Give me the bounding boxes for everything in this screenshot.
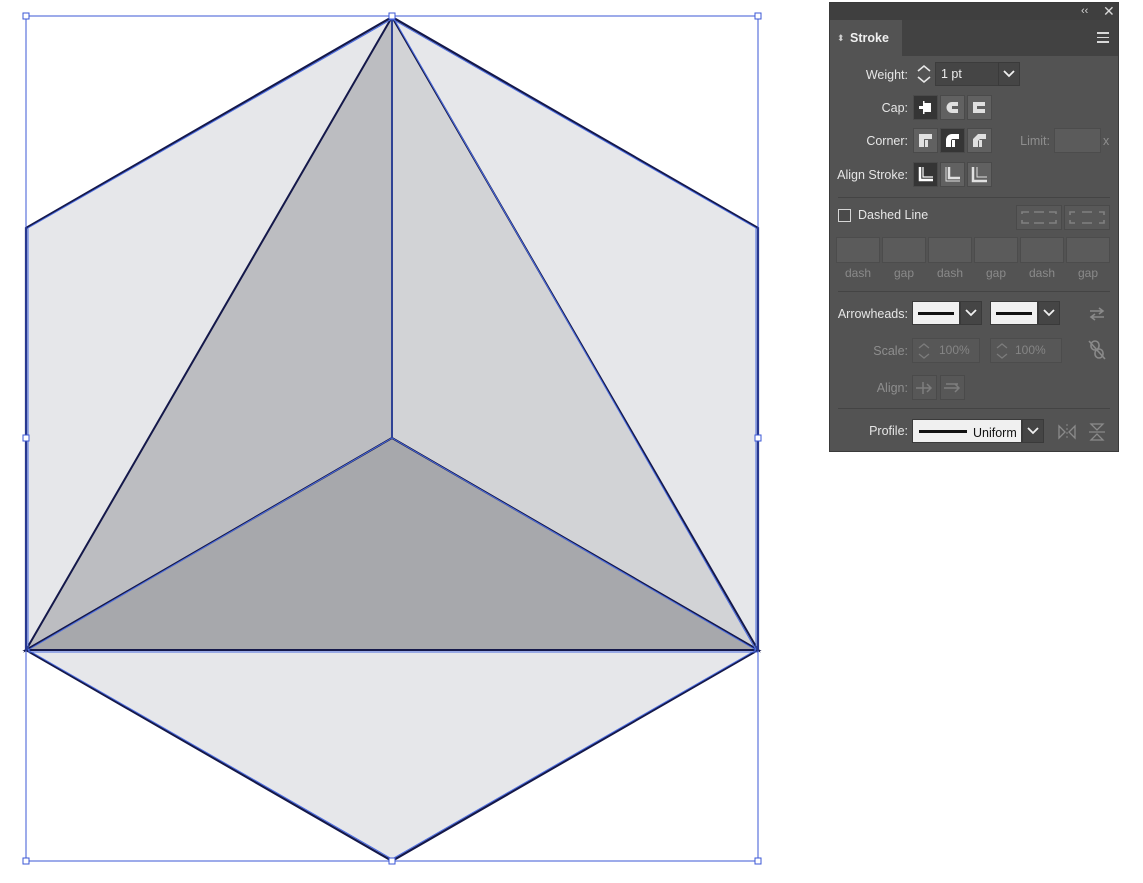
collapse-panel-icon[interactable]: ‹‹ [1081, 3, 1088, 20]
align-stroke-inside-icon [945, 167, 960, 182]
handle-bottom-center[interactable] [388, 857, 396, 865]
profile-label: Profile: [869, 424, 908, 438]
arrowheads-label: Arrowheads: [837, 307, 908, 321]
start-arrowhead-select[interactable] [912, 301, 960, 325]
link-scale-icon[interactable] [1085, 337, 1109, 363]
chevron-down-icon [1027, 427, 1039, 435]
dash-preserve-icon [1021, 211, 1057, 224]
tab-stroke[interactable]: ⬍ Stroke [830, 20, 902, 56]
swap-arrowheads-icon[interactable] [1086, 303, 1108, 325]
align-stroke-outside-button[interactable] [967, 162, 992, 187]
dash-1-input[interactable] [836, 237, 880, 263]
dashed-line-label: Dashed Line [858, 208, 929, 222]
miter-join-icon [919, 134, 932, 147]
gap-1-input[interactable] [882, 237, 926, 263]
chevron-down-icon [1003, 70, 1015, 78]
line-preview-icon [996, 312, 1032, 315]
bevel-join-button[interactable] [967, 128, 992, 153]
weight-dropdown-button[interactable] [998, 62, 1020, 86]
scale-label: Scale: [873, 344, 908, 358]
arrow-place-icon [944, 383, 961, 393]
handle-top-left[interactable] [22, 12, 30, 20]
weight-label: Weight: [865, 68, 908, 82]
limit-label: Limit: [1020, 134, 1050, 148]
handle-middle-left[interactable] [22, 434, 30, 442]
panel-menu-icon[interactable] [1097, 32, 1109, 43]
dash-3-label: dash [1028, 266, 1056, 280]
close-icon[interactable]: ✕ [1103, 3, 1115, 20]
align-stroke-outside-icon [971, 167, 987, 183]
chevron-down-icon [965, 309, 977, 317]
handle-bottom-right[interactable] [754, 857, 762, 865]
limit-suffix: x [1103, 134, 1110, 148]
butt-cap-icon [919, 101, 931, 114]
corner-label: Corner: [866, 134, 908, 148]
flip-along-icon[interactable] [1056, 421, 1078, 443]
round-cap-button[interactable] [940, 95, 965, 120]
handle-bottom-left[interactable] [22, 857, 30, 865]
tab-grip-icon: ⬍ [837, 33, 845, 43]
panel-titlebar[interactable]: ‹‹ ✕ [830, 3, 1118, 20]
gap-2-input[interactable] [974, 237, 1018, 263]
dash-2-input[interactable] [928, 237, 972, 263]
projecting-cap-button[interactable] [967, 95, 992, 120]
arrow-place-at-end-button[interactable] [940, 375, 965, 400]
dash-3-input[interactable] [1020, 237, 1064, 263]
round-cap-icon [946, 102, 958, 113]
dashed-line-checkbox[interactable] [838, 209, 851, 222]
end-arrowhead-dropdown[interactable] [1038, 301, 1060, 325]
dash-1-label: dash [844, 266, 872, 280]
end-arrowhead-select[interactable] [990, 301, 1038, 325]
profile-dropdown[interactable] [1022, 419, 1044, 443]
chevron-down-icon [1043, 309, 1055, 317]
stepper-icon [918, 343, 930, 359]
gap-3-label: gap [1077, 266, 1099, 280]
gap-1-label: gap [893, 266, 915, 280]
projecting-cap-icon [973, 102, 985, 113]
align-stroke-center-button[interactable] [913, 162, 938, 187]
stroke-panel: ‹‹ ✕ ⬍ Stroke Weight: 1 pt Cap: Corner: … [829, 2, 1119, 452]
round-join-button[interactable] [940, 128, 965, 153]
handle-top-center[interactable] [388, 12, 396, 20]
start-scale-input[interactable]: 100% [912, 338, 980, 363]
align-stroke-center-icon [918, 167, 933, 182]
end-scale-input[interactable]: 100% [990, 338, 1062, 363]
uniform-profile-icon [919, 430, 967, 433]
arrow-extend-past-end-button[interactable] [912, 375, 937, 400]
flip-across-icon[interactable] [1086, 421, 1108, 443]
artboard-canvas[interactable] [0, 0, 780, 883]
align-stroke-label: Align Stroke: [837, 168, 908, 182]
profile-select[interactable]: Uniform [912, 419, 1022, 443]
butt-cap-button[interactable] [913, 95, 938, 120]
dash-2-label: dash [936, 266, 964, 280]
align-label: Align: [876, 381, 908, 395]
bevel-join-icon [973, 134, 986, 147]
weight-stepper[interactable] [913, 62, 935, 86]
miter-join-button[interactable] [913, 128, 938, 153]
cap-label: Cap: [881, 101, 908, 115]
divider [838, 408, 1110, 409]
round-join-icon [946, 134, 959, 147]
handle-top-right[interactable] [754, 12, 762, 20]
divider [838, 197, 1110, 198]
align-stroke-inside-button[interactable] [940, 162, 965, 187]
start-arrowhead-dropdown[interactable] [960, 301, 982, 325]
arrow-extend-icon [916, 382, 933, 394]
line-preview-icon [918, 312, 954, 315]
gap-3-input[interactable] [1066, 237, 1110, 263]
gap-2-label: gap [985, 266, 1007, 280]
stepper-icon [996, 343, 1008, 359]
divider [838, 291, 1110, 292]
weight-input[interactable]: 1 pt [935, 62, 999, 86]
handle-middle-right[interactable] [754, 434, 762, 442]
dash-preserve-button[interactable] [1016, 205, 1062, 230]
limit-input[interactable] [1054, 128, 1101, 153]
panel-tab-row: ⬍ Stroke [830, 20, 1118, 56]
dash-align-corners-button[interactable] [1064, 205, 1110, 230]
dash-align-corners-icon [1069, 211, 1105, 224]
